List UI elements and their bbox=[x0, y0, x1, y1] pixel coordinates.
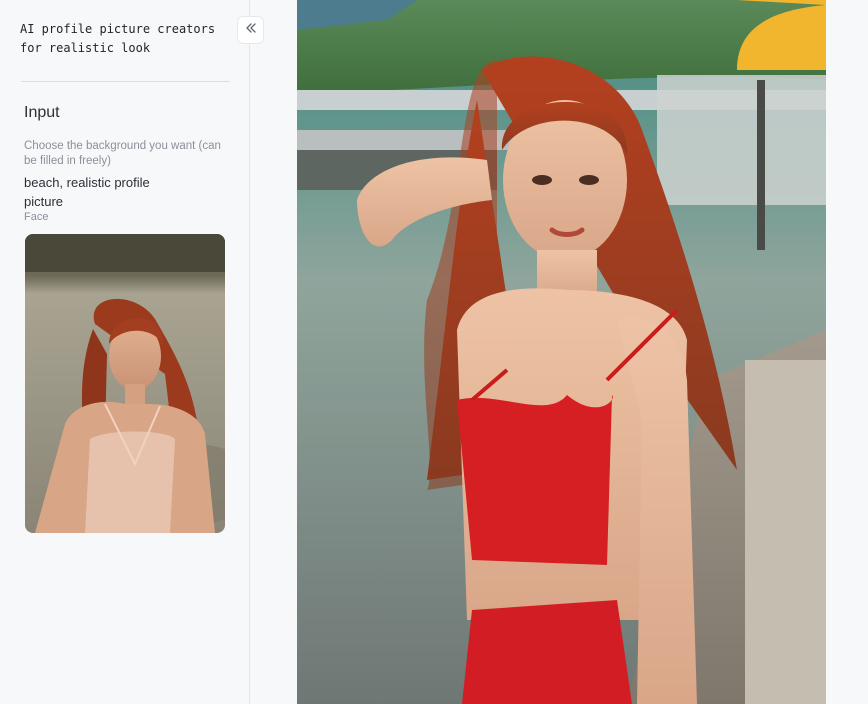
collapse-sidebar-button[interactable] bbox=[237, 16, 264, 44]
right-gutter bbox=[826, 0, 868, 704]
double-chevron-left-icon bbox=[245, 21, 257, 39]
generated-result-image bbox=[297, 0, 826, 704]
divider bbox=[21, 81, 230, 82]
background-hint: Choose the background you want (can be f… bbox=[24, 140, 221, 167]
input-section-title: Input bbox=[24, 104, 60, 121]
face-photo bbox=[25, 234, 225, 533]
result-photo bbox=[297, 0, 826, 704]
face-input-image bbox=[25, 234, 225, 533]
sidebar: AI profile picture creators for realisti… bbox=[0, 0, 250, 704]
content-gutter bbox=[251, 0, 297, 704]
background-value: beach, realistic profile picture bbox=[24, 175, 150, 209]
app-title: AI profile picture creators for realisti… bbox=[20, 22, 216, 55]
face-label: Face bbox=[24, 211, 49, 223]
